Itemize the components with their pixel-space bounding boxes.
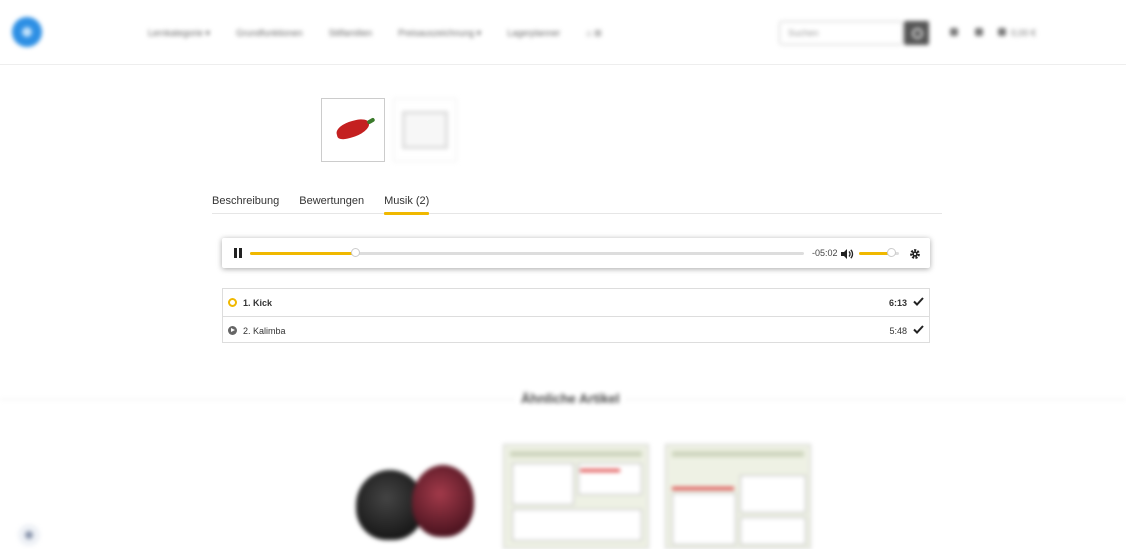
volume-handle[interactable] xyxy=(887,248,896,257)
pause-button[interactable] xyxy=(234,248,243,258)
main-nav: Lernkategorie ▾ Grundfunktionen Stilfami… xyxy=(148,28,602,39)
screenshot-window xyxy=(512,509,642,541)
playlist: 1. Kick 6:13 2. Kalimba 5:48 xyxy=(222,288,930,343)
nav-item-extra[interactable]: ⌂ ⊞ xyxy=(586,28,601,39)
gear-icon[interactable] xyxy=(909,247,921,259)
screenshot-highlight xyxy=(580,469,620,472)
chili-pepper-image xyxy=(334,117,372,141)
search-input[interactable]: Suchen xyxy=(779,21,903,45)
tab-description[interactable]: Beschreibung xyxy=(212,195,279,213)
screenshot-window xyxy=(672,493,736,545)
cart-total[interactable]: 0,00 € xyxy=(1011,28,1036,38)
track-duration: 5:48 xyxy=(889,326,907,336)
similar-articles-title: Ähnliche Artikel xyxy=(515,391,626,406)
now-playing-icon xyxy=(228,298,237,307)
screenshot-highlight xyxy=(672,487,734,490)
nav-item-planner[interactable]: Lagerplanner xyxy=(507,28,560,39)
nav-item-pricing[interactable]: Preisauszeichnung ▾ xyxy=(398,28,481,39)
progress-bar[interactable] xyxy=(250,248,804,257)
audio-player: -05:02 xyxy=(222,238,930,268)
screenshot-window xyxy=(512,463,574,505)
play-icon xyxy=(228,326,237,335)
screenshot-toolbar xyxy=(672,451,804,457)
track-duration: 6:13 xyxy=(888,298,907,308)
check-icon xyxy=(913,296,924,307)
screenshot-toolbar xyxy=(510,451,642,457)
progress-handle[interactable] xyxy=(351,248,361,257)
tab-reviews[interactable]: Bewertungen xyxy=(299,195,364,213)
track-title: 1. Kick xyxy=(243,298,273,308)
product-image-software-screenshot[interactable] xyxy=(503,444,649,549)
tab-music[interactable]: Musik (2) xyxy=(384,195,430,215)
product-image-red-onion[interactable] xyxy=(412,465,474,537)
screenshot-thumbnail-image xyxy=(402,111,448,149)
volume-icon[interactable] xyxy=(840,247,854,259)
product-tabs: Beschreibung Bewertungen Musik (2) xyxy=(212,195,942,215)
screenshot-window xyxy=(578,463,642,495)
volume-slider[interactable] xyxy=(859,248,899,257)
site-header: Lernkategorie ▾ Grundfunktionen Stilfami… xyxy=(0,0,1126,65)
wishlist-icon[interactable] xyxy=(975,28,983,36)
playlist-item[interactable]: 2. Kalimba 5:48 xyxy=(223,316,929,344)
track-title: 2. Kalimba xyxy=(243,326,286,336)
product-thumbnail-2[interactable] xyxy=(393,98,457,162)
logo-mark xyxy=(22,27,32,37)
pepper-stem xyxy=(366,117,376,125)
check-icon xyxy=(913,324,924,335)
nav-item-styles[interactable]: Stilfamilien xyxy=(329,28,373,39)
playlist-item[interactable]: 1. Kick 6:13 xyxy=(223,289,929,316)
cart-icon[interactable] xyxy=(998,28,1006,36)
search-button[interactable] xyxy=(904,21,929,45)
product-image-software-screenshot[interactable] xyxy=(665,444,811,549)
nav-item-categories[interactable]: Lernkategorie ▾ xyxy=(148,28,210,39)
nav-item-basics[interactable]: Grundfunktionen xyxy=(236,28,303,39)
time-remaining: -05:02 xyxy=(812,248,838,258)
product-thumbnail-1[interactable] xyxy=(321,98,385,162)
logo[interactable] xyxy=(12,17,42,47)
chat-widget-button[interactable] xyxy=(18,524,40,546)
progress-fill xyxy=(250,252,356,255)
screenshot-window xyxy=(740,475,806,513)
screenshot-window xyxy=(740,517,806,545)
user-icon[interactable] xyxy=(950,28,958,36)
